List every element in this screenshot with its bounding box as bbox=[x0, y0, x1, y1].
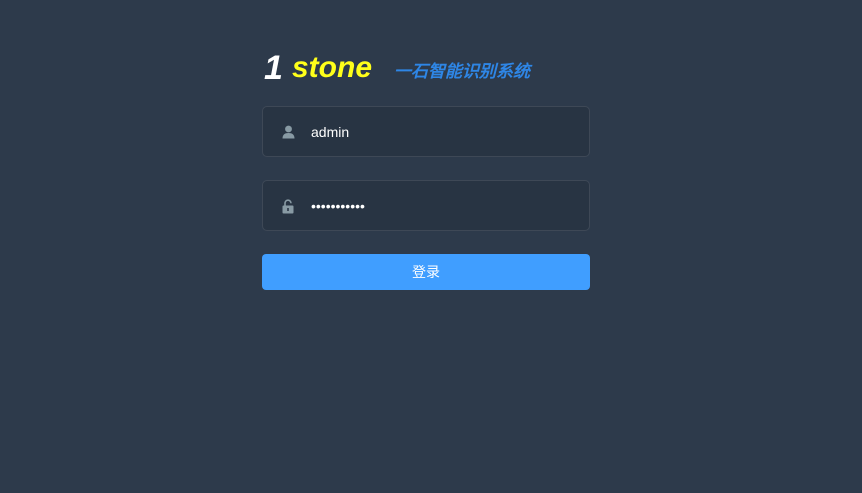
lock-icon bbox=[279, 196, 297, 216]
login-button[interactable]: 登录 bbox=[262, 254, 590, 290]
password-field[interactable] bbox=[262, 180, 590, 231]
logo-number: 1 bbox=[264, 49, 283, 87]
username-field[interactable] bbox=[262, 106, 590, 157]
username-input[interactable] bbox=[311, 107, 581, 156]
logo-word: stone bbox=[292, 51, 373, 84]
user-icon bbox=[279, 122, 297, 142]
title-row: 1 stone 一石智能识别系统 bbox=[262, 48, 592, 90]
system-subtitle: 一石智能识别系统 bbox=[394, 62, 530, 81]
login-container: 1 stone 一石智能识别系统 登录 bbox=[262, 48, 592, 290]
password-input[interactable] bbox=[311, 181, 581, 230]
